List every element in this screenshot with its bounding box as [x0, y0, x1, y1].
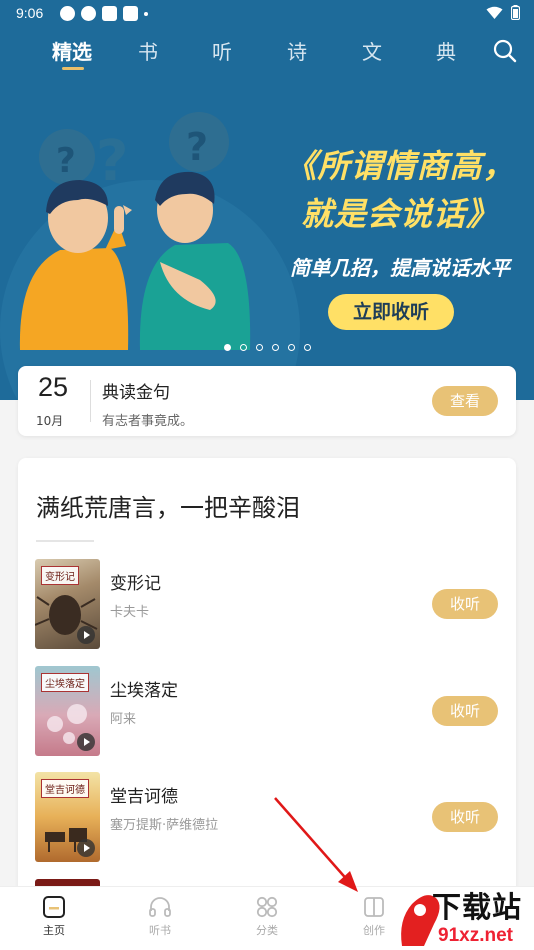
book-author: 阿来: [110, 712, 137, 727]
grid-icon: [256, 896, 278, 918]
watermark-text: 下载站: [432, 890, 523, 924]
book-title: 堂吉诃德: [110, 787, 178, 807]
tab-classics[interactable]: 典: [436, 36, 456, 65]
banner-pagination: [224, 344, 311, 351]
pagination-dot[interactable]: [288, 344, 295, 351]
cover-title-label: 变形记: [41, 566, 79, 585]
book-item[interactable]: 变形记 变形记 卡夫卡 收听: [18, 559, 516, 651]
nav-label: 分类: [256, 924, 278, 937]
nav-categories[interactable]: 分类: [237, 895, 297, 938]
quote-text: 有志者事竟成。: [102, 414, 194, 429]
view-quote-button[interactable]: 查看: [432, 386, 498, 416]
divider: [90, 380, 91, 422]
notification-icon: [60, 6, 75, 21]
book-cover[interactable]: 变形记: [35, 559, 100, 649]
promo-banner[interactable]: 《所谓情商高， 就是会说话》 简单几招，提高说话水平 立即收听: [0, 86, 534, 366]
nav-label: 创作: [363, 924, 385, 937]
status-time: 9:06: [16, 5, 44, 21]
book-title: 尘埃落定: [110, 681, 178, 701]
book-cover[interactable]: 尘埃落定: [35, 666, 100, 756]
more-notifications-icon: [144, 11, 148, 16]
home-icon: [43, 896, 65, 918]
banner-subtitle: 简单几招，提高说话水平: [290, 256, 510, 280]
play-icon[interactable]: [77, 839, 95, 857]
cover-title-label: 尘埃落定: [41, 673, 89, 692]
listen-button[interactable]: 收听: [432, 802, 498, 832]
tab-prose[interactable]: 文: [362, 36, 382, 65]
search-icon[interactable]: [492, 38, 518, 64]
daily-quote-card[interactable]: 25 10月 典读金句 有志者事竟成。 查看: [18, 366, 516, 436]
book-item[interactable]: 堂吉诃德 堂吉诃德 塞万提斯·萨维德拉 收听: [18, 772, 516, 864]
nav-create[interactable]: 创作: [344, 895, 404, 938]
watermark-url: 91xz.net: [438, 925, 513, 946]
book-author: 卡夫卡: [110, 605, 150, 620]
book-collection-card: 满纸荒唐言，一把辛酸泪 变形记 变形记 卡夫卡 收听 尘埃落定 尘埃落定 阿来 …: [18, 458, 516, 898]
notification-icon: [123, 6, 138, 21]
tab-featured[interactable]: 精选: [52, 36, 92, 65]
status-bar: 9:06: [0, 0, 534, 28]
listen-button[interactable]: 收听: [432, 696, 498, 726]
nav-home[interactable]: 主页: [24, 895, 84, 938]
pagination-dot[interactable]: [272, 344, 279, 351]
banner-title-line2: 就是会说话》: [300, 195, 499, 233]
category-tabs: 精选 书 听 诗 文 典: [0, 36, 534, 76]
pagination-dot[interactable]: [240, 344, 247, 351]
headphones-icon: [149, 897, 171, 917]
quote-day: 25: [38, 372, 69, 402]
active-tab-indicator: [62, 67, 84, 70]
battery-icon: [511, 5, 520, 20]
book-author: 塞万提斯·萨维德拉: [110, 818, 219, 833]
play-icon[interactable]: [77, 733, 95, 751]
book-title: 变形记: [110, 574, 161, 594]
notification-icon: [81, 6, 96, 21]
pagination-dot[interactable]: [224, 344, 231, 351]
nav-label: 主页: [43, 924, 65, 937]
listen-now-button[interactable]: 立即收听: [328, 294, 454, 330]
pagination-dot[interactable]: [256, 344, 263, 351]
quote-title: 典读金句: [102, 383, 170, 403]
quote-month: 10月: [36, 414, 64, 428]
cover-title-label: 堂吉诃德: [41, 779, 89, 798]
book-item[interactable]: 尘埃落定 尘埃落定 阿来 收听: [18, 666, 516, 758]
pagination-dot[interactable]: [304, 344, 311, 351]
notification-icon: [102, 6, 117, 21]
collection-title: 满纸荒唐言，一把辛酸泪: [36, 494, 300, 522]
header-region: ? ? ? 9:06 精选 书 听 诗 文 典 《所谓情商高， 就是会说话》 简…: [0, 0, 534, 400]
nav-label: 听书: [149, 924, 171, 937]
play-icon[interactable]: [77, 626, 95, 644]
listen-button[interactable]: 收听: [432, 589, 498, 619]
tab-poetry[interactable]: 诗: [287, 36, 307, 65]
banner-title-line1: 《所谓情商高，: [284, 147, 516, 185]
tab-listen[interactable]: 听: [212, 36, 232, 65]
nav-audiobooks[interactable]: 听书: [130, 895, 190, 938]
book-icon: [364, 897, 384, 917]
title-underline: [36, 540, 94, 542]
wifi-icon: [486, 6, 503, 19]
book-cover[interactable]: 堂吉诃德: [35, 772, 100, 862]
tab-books[interactable]: 书: [138, 36, 158, 65]
